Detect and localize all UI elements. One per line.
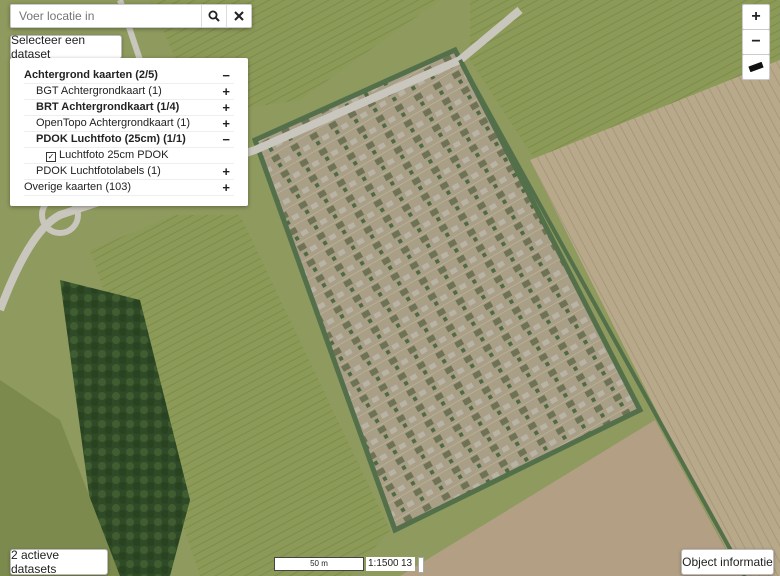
layer-label: PDOK Luchtfoto (25cm) (1/1) <box>36 133 186 145</box>
collapse-icon[interactable]: − <box>222 132 230 147</box>
select-dataset-button[interactable]: Selecteer een dataset <box>10 33 122 61</box>
object-info-button[interactable]: Object informatie <box>681 549 774 575</box>
expand-icon[interactable]: + <box>222 116 230 131</box>
checkbox-checked-icon[interactable]: ✓ <box>46 152 56 162</box>
active-datasets-button[interactable]: 2 actieve datasets <box>10 548 108 576</box>
layer-label: PDOK Luchtfotolabels (1) <box>36 165 161 177</box>
layer-row[interactable]: PDOK Luchtfoto (25cm) (1/1) − <box>24 132 234 148</box>
layer-label: Luchtfoto 25cm PDOK <box>59 149 169 161</box>
layer-label: BGT Achtergrondkaart (1) <box>36 85 162 97</box>
layer-label: Overige kaarten (103) <box>24 181 131 193</box>
layer-row[interactable]: OpenTopo Achtergrondkaart (1) + <box>24 116 234 132</box>
expand-icon[interactable]: + <box>222 100 230 115</box>
zoom-level: 13 <box>398 557 416 571</box>
close-icon[interactable] <box>226 5 251 27</box>
zoom-slider-handle[interactable] <box>418 557 424 573</box>
layer-row[interactable]: Achtergrond kaarten (2/5) − <box>24 68 234 84</box>
expand-icon[interactable]: + <box>222 180 230 195</box>
ruler-icon[interactable] <box>742 54 770 80</box>
layer-row[interactable]: ✓ Luchtfoto 25cm PDOK <box>24 148 234 164</box>
layer-panel: Achtergrond kaarten (2/5) − BGT Achtergron… <box>10 58 248 206</box>
location-search <box>10 4 252 28</box>
layer-label: OpenTopo Achtergrondkaart (1) <box>36 117 191 129</box>
layer-row[interactable]: BGT Achtergrondkaart (1) + <box>24 84 234 100</box>
zoom-out-button[interactable]: − <box>742 29 770 55</box>
scale-ratio: 1:1500 <box>366 557 401 571</box>
search-icon[interactable] <box>201 5 226 27</box>
layer-row[interactable]: PDOK Luchtfotolabels (1) + <box>24 164 234 180</box>
scale-bar: 50 m <box>274 557 364 571</box>
layer-label: Achtergrond kaarten (2/5) <box>24 69 158 81</box>
layer-row[interactable]: BRT Achtergrondkaart (1/4) + <box>24 100 234 116</box>
expand-icon[interactable]: + <box>222 84 230 99</box>
expand-icon[interactable]: + <box>222 164 230 179</box>
zoom-in-button[interactable]: + <box>742 4 770 30</box>
collapse-icon[interactable]: − <box>222 68 230 83</box>
layer-label: BRT Achtergrondkaart (1/4) <box>36 101 180 113</box>
search-input[interactable] <box>11 5 201 27</box>
layer-row[interactable]: Overige kaarten (103) + <box>24 180 234 196</box>
